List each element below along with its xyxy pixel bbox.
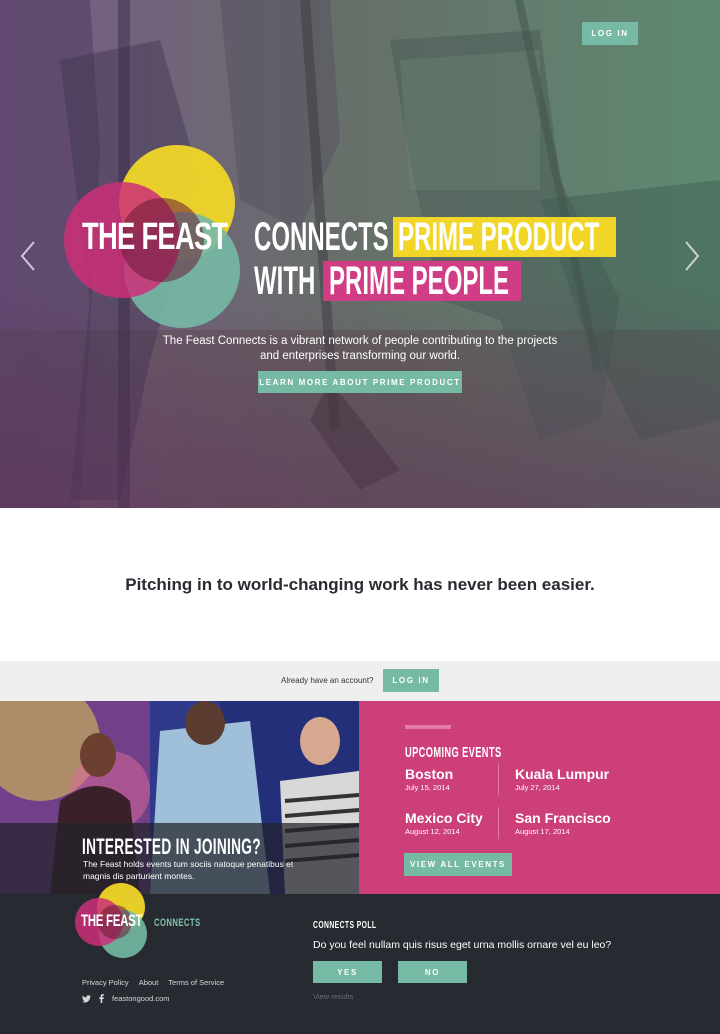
hero-subtitle-line1: The Feast Connects is a vibrant network …	[162, 335, 558, 347]
footer-social: feastongood.com	[82, 994, 170, 1003]
chevron-right-icon[interactable]	[682, 240, 702, 272]
event-city: Boston	[405, 766, 454, 782]
tagline-section: Pitching in to world-changing work has n…	[0, 508, 720, 661]
poll-no-button[interactable]: NO	[398, 961, 467, 983]
account-bar: Already have an account?	[0, 661, 720, 701]
events-title: UPCOMING EVENTS	[405, 744, 502, 761]
privacy-policy-link[interactable]: Privacy Policy	[82, 978, 129, 987]
event-date: July 15, 2014	[405, 783, 450, 792]
view-all-events-button[interactable]: VIEW ALL EVENTS	[404, 853, 512, 876]
site-link[interactable]: feastongood.com	[112, 994, 170, 1003]
headline-connects: CONNECTS	[254, 215, 389, 259]
headline-prime-product: PRIME PRODUCT	[398, 215, 600, 259]
account-login-button[interactable]: LOG IN	[383, 669, 439, 692]
event-date: July 27, 2014	[515, 783, 560, 792]
headline-prime-people: PRIME PEOPLE	[329, 259, 510, 303]
terms-of-service-link[interactable]: Terms of Service	[168, 978, 224, 987]
twitter-icon[interactable]	[82, 994, 91, 1003]
event-item[interactable]: Boston July 15, 2014	[405, 766, 453, 792]
events-column-divider	[498, 763, 499, 795]
hero-subtitle: The Feast Connects is a vibrant network …	[140, 334, 580, 363]
chevron-left-icon[interactable]	[18, 240, 38, 272]
event-date: August 12, 2014	[405, 827, 460, 836]
hero-logo-text: THE FEAST	[82, 216, 228, 258]
join-title: INTERESTED IN JOINING?	[82, 834, 261, 859]
footer-logo-text: THE FEAST	[81, 911, 143, 930]
event-item[interactable]: Mexico City August 12, 2014	[405, 810, 483, 836]
about-link[interactable]: About	[139, 978, 159, 987]
poll-yes-button[interactable]: YES	[313, 961, 382, 983]
event-item[interactable]: San Francisco August 17, 2014	[515, 810, 611, 836]
event-date: August 17, 2014	[515, 827, 570, 836]
events-divider-bar	[405, 725, 451, 729]
poll-view-results-link[interactable]: View results	[313, 992, 353, 1001]
learn-more-button[interactable]: LEARN MORE ABOUT PRIME PRODUCT	[258, 371, 462, 393]
footer-connects-label: CONNECTS	[154, 917, 201, 929]
facebook-icon[interactable]	[99, 994, 104, 1003]
account-prompt: Already have an account?	[281, 676, 374, 685]
poll-question: Do you feel nullam quis risus eget urna …	[313, 939, 612, 951]
event-item[interactable]: Kuala Lumpur July 27, 2014	[515, 766, 609, 792]
headline-with: WITH	[254, 259, 316, 303]
event-city: San Francisco	[515, 810, 611, 826]
join-description: The Feast holds events tum sociis natoqu…	[83, 859, 294, 881]
events-column-divider	[498, 807, 499, 839]
event-city: Mexico City	[405, 810, 483, 826]
footer-links: Privacy Policy About Terms of Service	[82, 978, 224, 987]
header-login-button[interactable]: LOG IN	[582, 22, 638, 45]
hero-subtitle-line2: and enterprises transforming our world.	[259, 349, 461, 362]
poll-title: CONNECTS POLL	[313, 920, 377, 931]
event-city: Kuala Lumpur	[515, 766, 610, 782]
tagline-text: Pitching in to world-changing work has n…	[125, 574, 595, 594]
